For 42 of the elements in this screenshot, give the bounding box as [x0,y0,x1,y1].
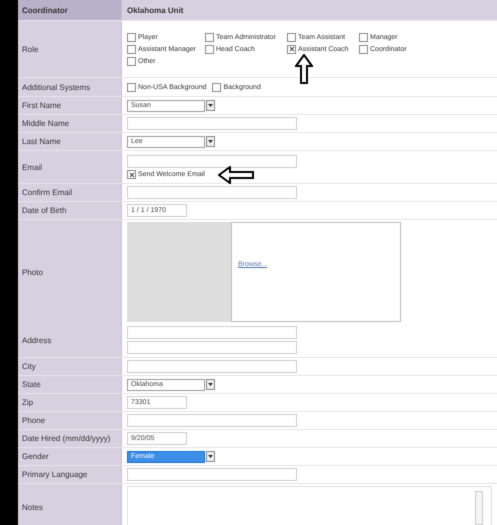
checkbox[interactable] [205,44,214,54]
field-label: Notes [22,502,43,512]
unit-name: Oklahoma Unit [127,6,184,14]
input-field[interactable] [127,117,297,130]
field-label: Primary Language [22,470,88,479]
checkbox[interactable] [127,44,136,54]
checkbox[interactable] [212,82,222,92]
field-label: Middle Name [22,119,70,128]
field-label: Email [22,162,42,172]
notes-field[interactable] [127,486,492,525]
checkbox[interactable] [359,44,368,54]
scrollbar[interactable] [475,491,483,525]
header-label: Coordinator [22,6,68,14]
input-field[interactable] [127,326,297,339]
field-label: Phone [22,416,46,425]
checkbox[interactable] [127,170,136,179]
input-field[interactable] [127,341,297,354]
input-field[interactable] [127,155,297,168]
checkbox[interactable] [127,32,136,42]
field-label: City [22,362,36,371]
field-label: First Name [22,101,62,110]
input-field[interactable] [127,186,297,199]
checkbox[interactable] [127,56,136,66]
field-label: Address [22,336,52,344]
field-label: Additional Systems [22,82,90,92]
field-label: Photo [22,268,43,276]
field-label: State [22,380,41,389]
checkbox[interactable] [127,82,136,92]
field-label: Confirm Email [22,188,72,197]
field-label: Role [22,44,38,54]
input-field[interactable] [127,468,297,481]
checkbox[interactable] [287,32,296,42]
input-field[interactable] [127,414,297,427]
field-label: Zip [22,398,34,407]
input-field[interactable] [127,360,297,373]
field-label: Date of Birth [22,206,66,215]
field-label: Date Hired (mm/dd/yyyy) [22,434,110,443]
field-label: Last Name [22,137,61,146]
checkbox[interactable] [205,32,214,42]
field-label: Gender [22,452,49,461]
checkbox[interactable] [287,44,296,54]
checkbox[interactable] [359,32,368,42]
